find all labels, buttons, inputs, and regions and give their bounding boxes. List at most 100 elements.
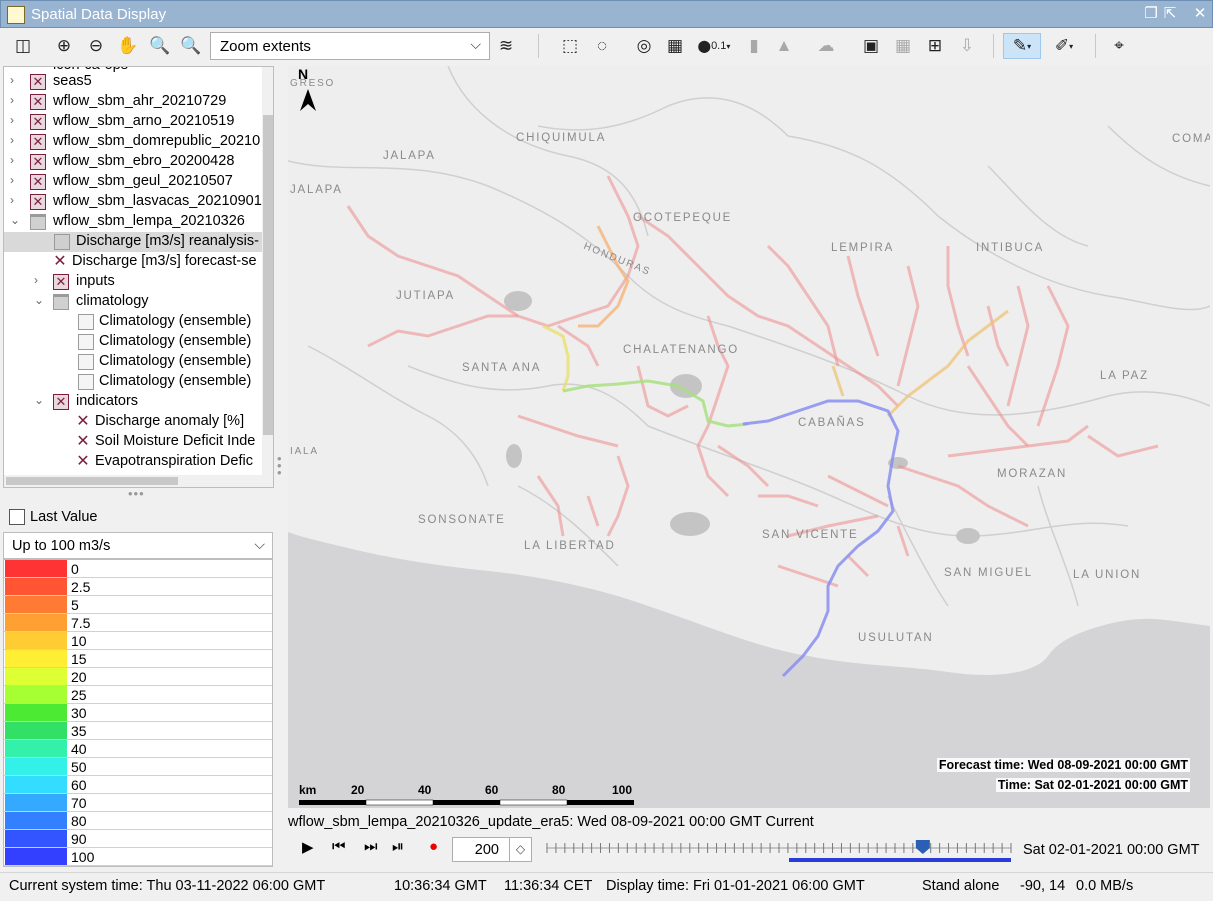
- chevron-right-icon[interactable]: ›: [10, 113, 22, 127]
- zoom-previous-icon[interactable]: 🔍: [147, 33, 173, 59]
- tree-item[interactable]: › ✕ wflow_sbm_domrepublic_20210: [4, 132, 273, 152]
- point-size-button[interactable]: ⬤ 0.1 ▾: [695, 33, 733, 59]
- tree-item[interactable]: Climatology (ensemble): [4, 332, 273, 352]
- map-place-label: COMAY: [1172, 133, 1210, 145]
- cet-clock-label: 11:36:34 CET: [504, 878, 593, 894]
- tree-horizontal-scroll-thumb[interactable]: [6, 477, 178, 485]
- legend-swatch: [5, 632, 67, 649]
- legend-row: 25: [4, 686, 272, 704]
- tree-item[interactable]: › ✕ wflow_sbm_ahr_20210729: [4, 92, 273, 112]
- legend-row: 20: [4, 668, 272, 686]
- tree-item-selected[interactable]: Discharge [m3/s] reanalysis-: [4, 232, 273, 252]
- map-view[interactable]: N GRESO CHIQUIMULA JALAPA JALAPA OCOTEPE…: [288, 66, 1210, 808]
- spinner-icon[interactable]: ◇: [509, 838, 531, 861]
- chevron-right-icon[interactable]: ›: [10, 173, 22, 187]
- chevron-down-icon[interactable]: ⌄: [10, 213, 22, 227]
- tree-vertical-scroll-thumb[interactable]: [263, 115, 273, 435]
- table-search-icon[interactable]: ⊞: [922, 33, 948, 59]
- polygon-target-icon[interactable]: ◎: [631, 33, 657, 59]
- restore-icon[interactable]: ❐: [1142, 5, 1160, 23]
- tree-item[interactable]: › ✕ seas5: [4, 72, 273, 92]
- chevron-down-icon[interactable]: ⌄: [34, 293, 46, 307]
- legend-value: 25: [71, 687, 87, 703]
- map-place-label: JALAPA: [290, 184, 343, 196]
- record-icon[interactable]: ●: [429, 838, 438, 855]
- tree-item[interactable]: › ✕ wflow_sbm_ebro_20200428: [4, 152, 273, 172]
- legend-range-select[interactable]: Up to 100 m3/s ⌵: [3, 532, 273, 559]
- legend-swatch: [5, 740, 67, 757]
- tree-item-label: Climatology (ensemble): [99, 373, 252, 389]
- pan-hand-icon[interactable]: ✋: [115, 33, 141, 59]
- grid-table-icon[interactable]: ▦: [662, 33, 688, 59]
- tree-item-label: Climatology (ensemble): [99, 333, 252, 349]
- forecast-time-label: Forecast time: Wed 08-09-2021 00:00 GMT: [936, 758, 1190, 772]
- tree-item[interactable]: ✕ Evapotranspiration Defic: [4, 452, 273, 472]
- legend-row: 90: [4, 830, 272, 848]
- tree-item[interactable]: ✕ Soil Moisture Deficit Inde: [4, 432, 273, 452]
- grid-view-icon[interactable]: ▦: [890, 33, 916, 59]
- splitter-grip-icon[interactable]: •••: [128, 486, 145, 501]
- layers-icon[interactable]: ≋: [493, 33, 519, 59]
- pencil-icon: ✎: [1012, 36, 1028, 55]
- panel-layout-icon[interactable]: ◫: [10, 33, 36, 59]
- zoom-out-icon[interactable]: ⊖: [83, 33, 109, 59]
- chevron-right-icon[interactable]: ›: [10, 133, 22, 147]
- step-back-icon[interactable]: ⏮: [332, 838, 346, 855]
- map-place-label: LA PAZ: [1100, 370, 1149, 382]
- zoom-in-icon[interactable]: ⊕: [51, 33, 77, 59]
- map-place-label: SANTA ANA: [462, 362, 542, 374]
- step-size-input[interactable]: 200 ◇: [452, 837, 532, 862]
- movie-icon[interactable]: ▣: [858, 33, 884, 59]
- detach-icon[interactable]: ⇱: [1161, 5, 1179, 23]
- rectangle-select-icon[interactable]: ⬚: [557, 33, 583, 59]
- chevron-right-icon[interactable]: ›: [34, 273, 46, 287]
- legend-value: 2.5: [71, 579, 91, 595]
- play-icon[interactable]: ▶: [302, 838, 314, 856]
- time-slider[interactable]: [545, 838, 1013, 864]
- chevron-right-icon[interactable]: ›: [10, 73, 22, 87]
- last-value-checkbox[interactable]: [9, 509, 25, 525]
- ruler-icon[interactable]: ▮: [741, 33, 767, 59]
- edit-values-button[interactable]: ✐ ▾: [1045, 33, 1083, 59]
- window-title: Spatial Data Display: [31, 6, 167, 23]
- chevron-right-icon[interactable]: ›: [10, 193, 22, 207]
- tree-item-label: Discharge [m3/s] forecast-se: [72, 253, 257, 269]
- tree-item[interactable]: ⌄ climatology: [4, 292, 273, 312]
- disabled-x-icon: ✕: [76, 413, 90, 430]
- time-slider-thumb[interactable]: [915, 840, 930, 854]
- step-forward-icon[interactable]: ⏭: [364, 838, 378, 855]
- legend-swatch: [5, 686, 67, 703]
- zoom-next-icon[interactable]: 🔍: [178, 33, 204, 59]
- triangle-icon[interactable]: ▲: [771, 33, 797, 59]
- tree-item[interactable]: Climatology (ensemble): [4, 372, 273, 392]
- document-icon: [78, 354, 94, 370]
- tree-item[interactable]: › ✕ wflow_sbm_lasvacas_20210901: [4, 192, 273, 212]
- tree-item[interactable]: › ✕ wflow_sbm_arno_20210519: [4, 112, 273, 132]
- tree-item-lempa[interactable]: ⌄ wflow_sbm_lempa_20210326: [4, 212, 273, 232]
- map-place-label: INTIBUCA: [976, 242, 1045, 254]
- close-icon[interactable]: ✕: [1191, 5, 1209, 23]
- splitter-grip-vertical-icon[interactable]: • • •: [277, 452, 283, 479]
- tree-item[interactable]: Climatology (ensemble): [4, 312, 273, 332]
- export-icon[interactable]: ⇩: [954, 33, 980, 59]
- edit-pencil-button[interactable]: ✎ ▾: [1003, 33, 1041, 59]
- chevron-down-icon[interactable]: ⌄: [34, 393, 46, 407]
- map-place-label: JALAPA: [383, 150, 436, 162]
- tree-item[interactable]: › ✕ wflow_sbm_geul_20210507: [4, 172, 273, 192]
- locate-icon[interactable]: ⌖: [1106, 33, 1132, 59]
- tree-item[interactable]: › ✕ inputs: [4, 272, 273, 292]
- tree-item[interactable]: ✕ Discharge anomaly [%]: [4, 412, 273, 432]
- tree-item[interactable]: ✕ Discharge [m3/s] forecast-se: [4, 252, 273, 272]
- cloud-layers-icon[interactable]: ☁: [813, 33, 839, 59]
- chevron-right-icon[interactable]: ›: [10, 93, 22, 107]
- chevron-right-icon[interactable]: ›: [10, 153, 22, 167]
- tree-item[interactable]: Climatology (ensemble): [4, 352, 273, 372]
- tree-item[interactable]: ⌄ ✕ indicators: [4, 392, 273, 412]
- lasso-select-icon[interactable]: ◌: [589, 33, 615, 59]
- zoom-select-value: Zoom extents: [220, 38, 311, 55]
- tree-item-label: indicators: [76, 393, 139, 409]
- map-place-label: GRESO: [290, 78, 336, 89]
- play-pause-icon[interactable]: ⏯: [392, 838, 404, 855]
- zoom-extents-select[interactable]: Zoom extents ⌵: [210, 32, 490, 60]
- legend-value: 100: [71, 849, 95, 865]
